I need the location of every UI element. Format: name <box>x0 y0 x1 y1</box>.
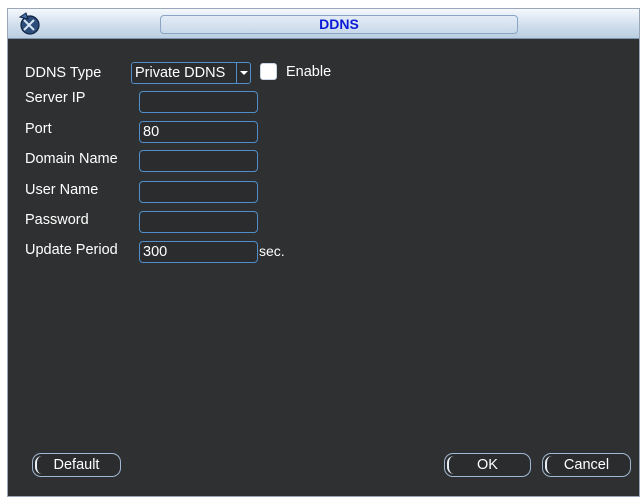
enable-checkbox[interactable] <box>260 63 277 80</box>
password-field[interactable] <box>139 211 258 233</box>
window-title: DDNS <box>160 15 518 34</box>
user-name-field[interactable] <box>139 181 258 203</box>
ok-button-label: OK <box>477 457 498 473</box>
cancel-button[interactable]: Cancel <box>542 453 631 477</box>
logo-icon <box>18 12 40 35</box>
user-name-label: User Name <box>25 182 99 198</box>
update-period-label: Update Period <box>25 242 118 258</box>
ok-button[interactable]: OK <box>444 453 531 477</box>
chevron-down-icon[interactable] <box>236 63 250 83</box>
update-period-unit: sec. <box>259 243 285 259</box>
ddns-type-label: DDNS Type <box>25 65 102 81</box>
default-button-label: Default <box>53 457 100 473</box>
server-ip-field[interactable] <box>139 91 258 113</box>
domain-name-label: Domain Name <box>25 151 118 167</box>
ddns-type-select[interactable]: Private DDNS <box>131 62 251 84</box>
server-ip-label: Server IP <box>25 90 86 106</box>
password-label: Password <box>25 212 89 228</box>
port-label: Port <box>25 121 52 137</box>
default-button[interactable]: Default <box>32 453 121 477</box>
enable-label: Enable <box>286 64 332 80</box>
port-field[interactable]: 80 <box>139 121 258 143</box>
domain-name-field[interactable] <box>139 150 258 172</box>
title-bar: DDNS <box>8 9 639 39</box>
cancel-button-label: Cancel <box>563 457 610 473</box>
ddns-type-value: Private DDNS <box>135 65 226 81</box>
update-period-field[interactable]: 300 <box>139 241 258 263</box>
